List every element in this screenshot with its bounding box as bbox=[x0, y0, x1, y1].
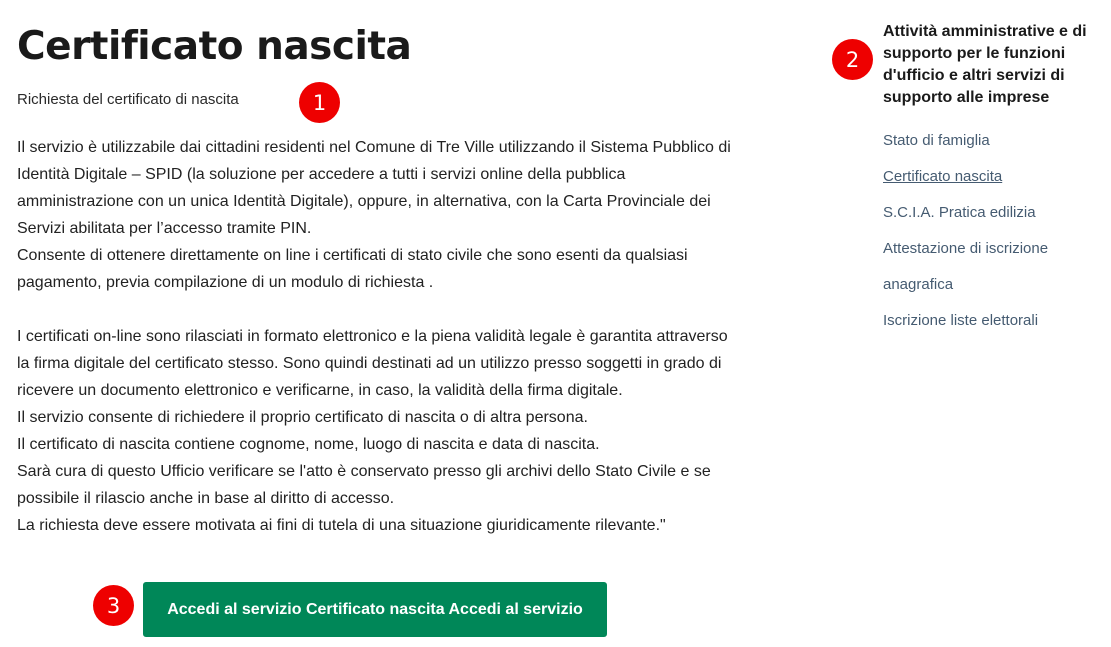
sidebar-link-attestazione-iscrizione[interactable]: Attestazione di iscrizione bbox=[883, 240, 1048, 257]
sidebar-link-anagrafica[interactable]: anagrafica bbox=[883, 276, 953, 293]
description-paragraph: La richiesta deve essere motivata ai fin… bbox=[17, 517, 666, 534]
description-paragraph: I certificati on-line sono rilasciati in… bbox=[17, 328, 728, 399]
description-paragraph: Sarà cura di questo Ufficio verificare s… bbox=[17, 463, 711, 507]
description-paragraph: Consente di ottenere direttamente on lin… bbox=[17, 247, 688, 291]
page-title: Certificato nascita bbox=[17, 24, 412, 69]
description-paragraph: Il certificato di nascita contiene cogno… bbox=[17, 436, 600, 453]
sidebar-link-stato-di-famiglia[interactable]: Stato di famiglia bbox=[883, 132, 990, 149]
description-paragraph: Il servizio è utilizzabile dai cittadini… bbox=[17, 139, 731, 237]
sidebar-heading: Attività amministrative e di supporto pe… bbox=[883, 23, 1087, 106]
description-paragraph: Il servizio consente di richiedere il pr… bbox=[17, 409, 588, 426]
page: Certificato nascita Richiesta del certif… bbox=[0, 0, 1111, 647]
sidebar-item-anagrafica: anagrafica bbox=[883, 267, 1105, 303]
sidebar-item-iscrizione-liste-elettorali: Iscrizione liste elettorali bbox=[883, 303, 1105, 339]
annotation-badge-2: 2 bbox=[832, 39, 873, 80]
service-description: Il servizio è utilizzabile dai cittadini… bbox=[17, 134, 737, 539]
access-service-button[interactable]: Accedi al servizio Certificato nascita A… bbox=[143, 582, 607, 637]
sidebar-item-scia-pratica-edilizia: S.C.I.A. Pratica edilizia bbox=[883, 195, 1105, 231]
sidebar-link-iscrizione-liste-elettorali[interactable]: Iscrizione liste elettorali bbox=[883, 312, 1038, 329]
sidebar-item-attestazione-iscrizione: Attestazione di iscrizione bbox=[883, 231, 1105, 267]
sidebar-links: Stato di famiglia Certificato nascita S.… bbox=[883, 123, 1105, 339]
sidebar-item-certificato-nascita: Certificato nascita bbox=[883, 159, 1105, 195]
sidebar-item-stato-di-famiglia: Stato di famiglia bbox=[883, 123, 1105, 159]
annotation-badge-3: 3 bbox=[93, 585, 134, 626]
related-services-sidebar: Attività amministrative e di supporto pe… bbox=[883, 21, 1105, 339]
annotation-badge-1: 1 bbox=[299, 82, 340, 123]
sidebar-link-scia-pratica-edilizia[interactable]: S.C.I.A. Pratica edilizia bbox=[883, 204, 1036, 221]
sidebar-link-certificato-nascita[interactable]: Certificato nascita bbox=[883, 168, 1002, 185]
page-subtitle: Richiesta del certificato di nascita bbox=[17, 91, 239, 108]
